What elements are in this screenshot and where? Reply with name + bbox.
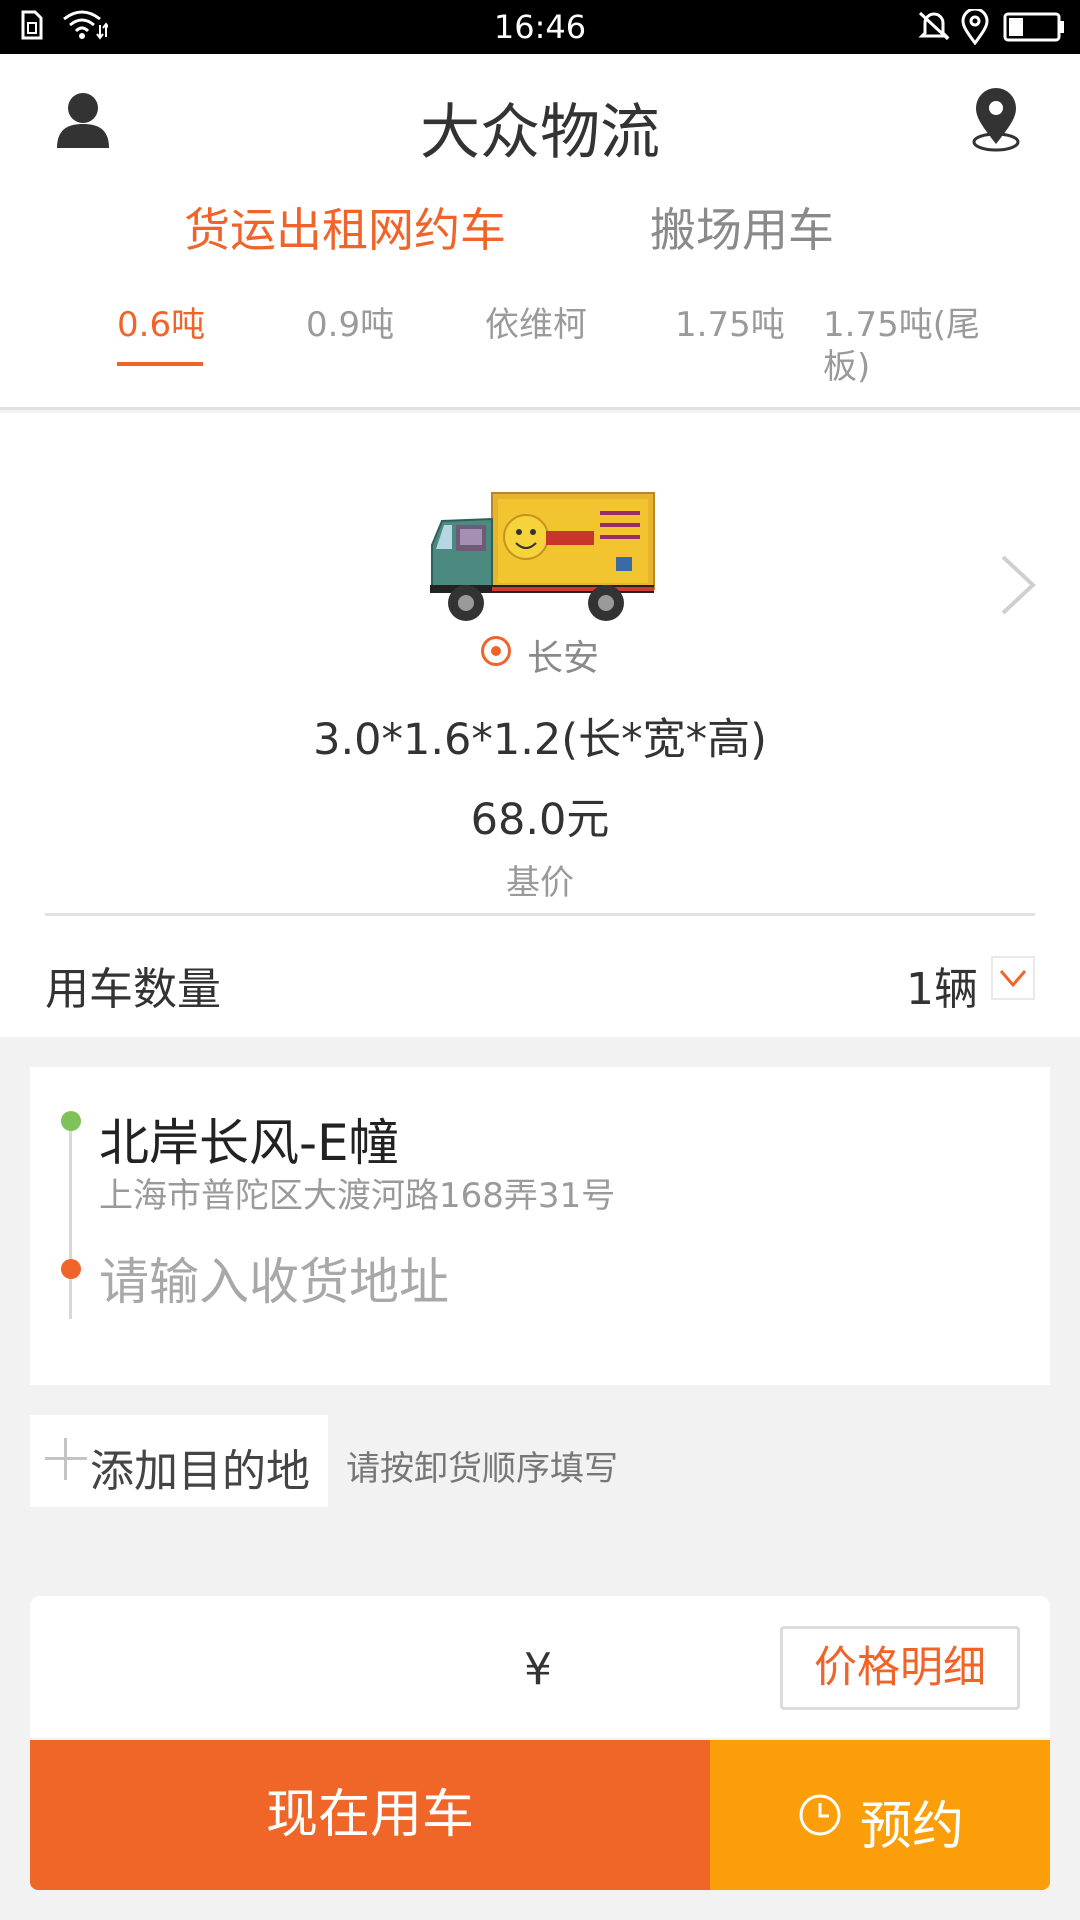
location-icon[interactable] xyxy=(966,88,1026,152)
battery-icon xyxy=(1003,12,1064,42)
tab-0.9t[interactable]: 0.9吨 xyxy=(306,304,394,346)
tab-iveco[interactable]: 依维柯 xyxy=(485,304,587,346)
quantity-dropdown[interactable] xyxy=(991,956,1035,1000)
currency-symbol: ¥ xyxy=(524,1644,552,1695)
base-price-label: 基价 xyxy=(506,863,574,903)
use-now-button[interactable]: 现在用车 xyxy=(30,1740,710,1890)
status-bar: 16:46 xyxy=(0,0,1080,54)
plus-icon xyxy=(45,1438,87,1480)
book-label: 预约 xyxy=(860,1797,965,1857)
model-radio[interactable] xyxy=(481,636,511,666)
mute-icon xyxy=(918,11,950,41)
add-destination-label: 添加目的地 xyxy=(90,1446,310,1497)
tab-moving[interactable]: 搬场用车 xyxy=(650,194,834,260)
gps-icon xyxy=(961,9,989,45)
chevron-down-icon xyxy=(999,970,1027,988)
tab-0.6t[interactable]: 0.6吨 xyxy=(117,304,205,346)
destination-input[interactable]: 请输入收货地址 xyxy=(99,1242,449,1314)
vehicle-dimensions: 3.0*1.6*1.2(长*宽*高) xyxy=(313,715,767,765)
app-header: 大众物流 货运出租网约车 搬场用车 0.6吨 0.9吨 依维柯 1.75吨 1.… xyxy=(0,54,1080,410)
chevron-right-icon[interactable] xyxy=(995,553,1039,617)
pickup-dot xyxy=(61,1111,81,1131)
pickup-address[interactable]: 上海市普陀区大渡河路168弄31号 xyxy=(99,1168,615,1217)
active-tab-underline xyxy=(117,362,203,366)
add-destination-button[interactable]: 添加目的地 xyxy=(30,1415,328,1507)
truck-image[interactable] xyxy=(420,491,660,626)
vehicle-panel: 长安 3.0*1.6*1.2(长*宽*高) 68.0元 基价 用车数量 1辆 xyxy=(0,413,1080,1037)
book-button[interactable]: 预约 xyxy=(710,1740,1050,1890)
vehicle-model: 长安 xyxy=(527,638,600,679)
pickup-name[interactable]: 北岸长风-E幢 xyxy=(99,1103,399,1175)
add-destination-hint: 请按卸货顺序填写 xyxy=(346,1449,618,1489)
base-price: 68.0元 xyxy=(470,795,610,845)
address-card: 北岸长风-E幢 上海市普陀区大渡河路168弄31号 请输入收货地址 xyxy=(30,1067,1050,1385)
price-bar: ¥ 价格明细 xyxy=(30,1596,1050,1738)
quantity-value[interactable]: 1辆 xyxy=(906,953,978,1017)
destination-dot xyxy=(61,1259,81,1279)
page-title: 大众物流 xyxy=(420,98,660,168)
tab-freight-taxi[interactable]: 货运出租网约车 xyxy=(184,194,506,260)
tab-1.75t[interactable]: 1.75吨 xyxy=(675,304,785,346)
route-line xyxy=(69,1131,72,1319)
clock-icon xyxy=(799,1794,841,1836)
tonnage-tabs: 0.6吨 0.9吨 依维柯 1.75吨 1.75吨(尾板) xyxy=(0,304,1080,414)
price-detail-button[interactable]: 价格明细 xyxy=(780,1626,1020,1710)
quantity-label: 用车数量 xyxy=(45,964,221,1015)
divider xyxy=(45,913,1035,916)
tab-1.75t-tailgate[interactable]: 1.75吨(尾板) xyxy=(823,304,983,388)
main-tabs: 货运出租网约车 搬场用车 xyxy=(0,194,1080,264)
